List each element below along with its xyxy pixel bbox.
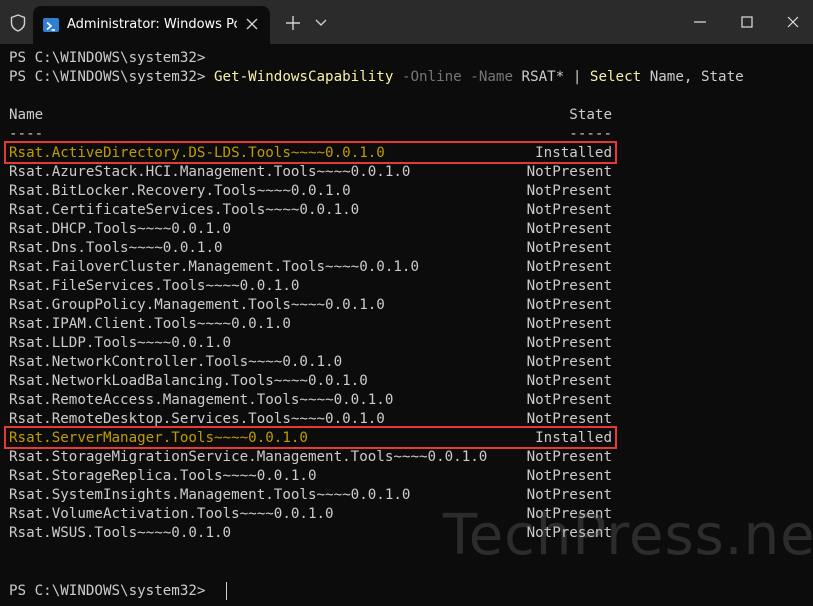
select-cmdlet: Select bbox=[589, 69, 642, 85]
highlight-box bbox=[4, 141, 617, 164]
cmdlet: Get-WindowsCapability bbox=[214, 69, 394, 85]
table-row-state: NotPresent bbox=[526, 373, 612, 389]
table-row-state: NotPresent bbox=[526, 392, 612, 408]
table-row-name: Rsat.StorageReplica.Tools~~~~0.0.1.0 bbox=[9, 468, 317, 484]
table-row-name: Rsat.FileServices.Tools~~~~0.0.1.0 bbox=[9, 278, 300, 294]
table-row-name: Rsat.NetworkLoadBalancing.Tools~~~~0.0.1… bbox=[9, 373, 368, 389]
table-row-name: Rsat.LLDP.Tools~~~~0.0.1.0 bbox=[9, 335, 232, 351]
online-flag: -Online bbox=[401, 69, 462, 85]
table-row-name: Rsat.FailoverCluster.Management.Tools~~~… bbox=[9, 259, 419, 275]
close-window-icon[interactable] bbox=[783, 12, 803, 32]
table-row-name: Rsat.AzureStack.HCI.Management.Tools~~~~… bbox=[9, 164, 411, 180]
table-row-name: Rsat.StorageMigrationService.Management.… bbox=[9, 449, 488, 465]
highlight-box bbox=[4, 426, 617, 449]
table-row-name: Rsat.VolumeActivation.Tools~~~~0.0.1.0 bbox=[9, 506, 334, 522]
table-row-state: NotPresent bbox=[526, 316, 612, 332]
final-prompt: PS C:\WINDOWS\system32> bbox=[9, 583, 206, 599]
table-row-state: NotPresent bbox=[526, 183, 612, 199]
table-row-state: NotPresent bbox=[526, 354, 612, 370]
chevron-down-icon[interactable] bbox=[313, 16, 329, 30]
table-row-name: Rsat.CertificateServices.Tools~~~~0.0.1.… bbox=[9, 202, 360, 218]
table-row-name: Rsat.DHCP.Tools~~~~0.0.1.0 bbox=[9, 221, 232, 237]
text-cursor bbox=[226, 582, 227, 600]
table-row-state: NotPresent bbox=[526, 449, 612, 465]
table-row-state: NotPresent bbox=[526, 278, 612, 294]
table-row-state: NotPresent bbox=[526, 297, 612, 313]
shield-icon[interactable] bbox=[10, 14, 26, 32]
table-row-state: NotPresent bbox=[526, 164, 612, 180]
name-flag: -Name bbox=[470, 69, 513, 85]
plus-icon[interactable] bbox=[284, 14, 302, 32]
table-row-name: Rsat.BitLocker.Recovery.Tools~~~~0.0.1.0 bbox=[9, 183, 351, 199]
prompt-line: PS C:\WINDOWS\system32> bbox=[9, 50, 206, 66]
table-row-name: Rsat.Dns.Tools~~~~0.0.1.0 bbox=[9, 240, 223, 256]
header-state: State bbox=[569, 107, 612, 123]
tab-title: Administrator: Windows Powe bbox=[67, 17, 237, 32]
name-value: RSAT* bbox=[521, 69, 565, 85]
terminal-tab[interactable]: Administrator: Windows Powe bbox=[33, 6, 270, 44]
close-icon[interactable] bbox=[241, 12, 263, 36]
header-name: Name bbox=[9, 107, 44, 123]
watermark: TechPress.net bbox=[443, 503, 813, 568]
table-row-state: NotPresent bbox=[526, 240, 612, 256]
table-row-state: NotPresent bbox=[526, 202, 612, 218]
table-row-state: NotPresent bbox=[526, 259, 612, 275]
title-bar: Administrator: Windows Powe bbox=[0, 0, 813, 44]
table-row-state: NotPresent bbox=[526, 335, 612, 351]
table-row-name: Rsat.IPAM.Client.Tools~~~~0.0.1.0 bbox=[9, 316, 291, 332]
maximize-icon[interactable] bbox=[737, 12, 757, 32]
minimize-icon[interactable] bbox=[690, 12, 710, 32]
table-row-state: NotPresent bbox=[526, 221, 612, 237]
table-row-name: Rsat.RemoteAccess.Management.Tools~~~~0.… bbox=[9, 392, 394, 408]
table-row-name: Rsat.WSUS.Tools~~~~0.0.1.0 bbox=[9, 525, 232, 541]
table-row-name: Rsat.NetworkController.Tools~~~~0.0.1.0 bbox=[9, 354, 343, 370]
command-line: PS C:\WINDOWS\system32> Get-WindowsCapab… bbox=[9, 68, 744, 87]
prompt: PS C:\WINDOWS\system32> bbox=[9, 69, 206, 85]
table-row-state: NotPresent bbox=[526, 468, 612, 484]
table-row-name: Rsat.GroupPolicy.Management.Tools~~~~0.0… bbox=[9, 297, 385, 313]
pipe: | bbox=[572, 69, 582, 85]
select-args: Name, State bbox=[649, 69, 744, 85]
table-row-name: Rsat.SystemInsights.Management.Tools~~~~… bbox=[9, 487, 411, 503]
powershell-icon bbox=[43, 18, 59, 32]
